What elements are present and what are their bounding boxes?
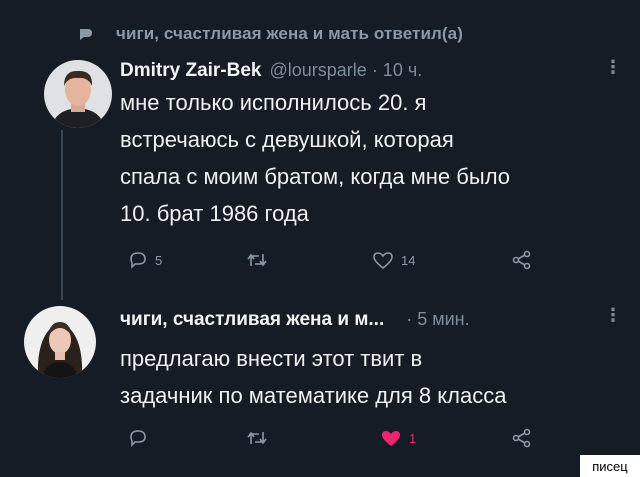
tweet2-like-button[interactable]: 1 [380,428,416,448]
reply-context: чиги, счастливая жена и мать ответил(а) [78,24,463,44]
tweet2-line: задачник по математике для 8 класса [120,383,507,408]
tweet1-retweet-button[interactable] [246,250,275,270]
watermark-label: писец [580,455,640,477]
tweet2-header: чиги, счастливая жена и м... · 5 мин. [120,309,470,331]
tweet1-line: 10. брат 1986 года [120,201,309,226]
retweet-icon [247,431,267,445]
tweet1-like-count: 14 [401,252,416,268]
share-icon [512,250,531,270]
heart-filled-icon [382,431,400,446]
retweet-icon [247,253,267,267]
reply-context-text: чиги, счастливая жена и мать ответил(а) [116,24,463,43]
tweet1-handle-time: @loursparle · 10 ч. [269,60,423,80]
tweet1-like-button[interactable]: 14 [372,250,415,270]
tweet1-reply-count: 5 [155,252,163,268]
tweet2-more-icon[interactable]: ⋮ [604,306,622,324]
tweet1-author-name[interactable]: Dmitry Zair-Bek [120,60,262,82]
thread-connector-line [61,130,63,300]
reply-icon [130,430,146,447]
tweet2-text: предлагаю внести этот твит в задачник по… [120,340,506,414]
tweet2-time: · 5 мин. [406,309,470,329]
tweet2-reply-button[interactable] [128,428,155,448]
tweet1-share-button[interactable] [512,250,532,270]
tweet1-more-icon[interactable]: ⋮ [604,58,622,76]
avatar-chigi[interactable] [24,306,96,378]
tweet1-line: спала с моим братом, когда мне было [120,164,511,189]
share-icon [512,428,531,448]
tweet1-reply-button[interactable]: 5 [128,250,162,270]
tweet2-share-button[interactable] [512,428,532,448]
tweet1-header: Dmitry Zair-Bek @loursparle · 10 ч. [120,60,422,82]
reply-arrow-icon [80,29,92,40]
heart-icon [373,252,393,270]
tweet2-author-name[interactable]: чиги, счастливая жена и м... [120,309,384,331]
tweet2-line: предлагаю внести этот твит в [120,346,423,371]
tweet1-line: встречаюсь с девушкой, которая [120,127,454,152]
tweet1-text: мне только исполнилось 20. я встречаюсь … [120,84,510,232]
tweet1-line: мне только исполнилось 20. я [120,90,427,115]
reply-icon [130,252,146,269]
tweet2-retweet-button[interactable] [246,428,275,448]
avatar-dmitry[interactable] [44,60,112,128]
tweet2-like-count: 1 [409,430,417,446]
